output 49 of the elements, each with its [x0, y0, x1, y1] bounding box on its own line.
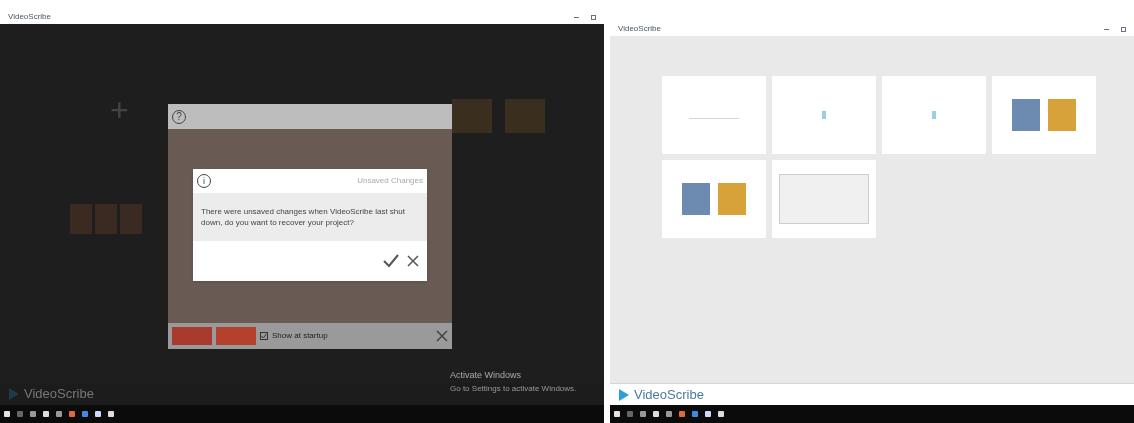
checkbox-label: Show at startup	[272, 330, 329, 342]
taskbar-app-icon[interactable]	[640, 411, 646, 417]
play-logo-icon	[618, 387, 630, 402]
taskbar-app-icon[interactable]	[705, 411, 711, 417]
maximize-icon[interactable]	[591, 14, 596, 20]
taskbar-app-icon[interactable]	[4, 411, 10, 417]
taskbar-app-icon[interactable]	[653, 411, 659, 417]
photo-placeholder	[682, 183, 710, 215]
taskbar-app-icon[interactable]	[56, 411, 62, 417]
photo-placeholder	[1048, 99, 1076, 131]
play-logo-icon	[8, 387, 20, 401]
window-title: VideoScribe	[618, 23, 661, 35]
taskbar-app-icon[interactable]	[108, 411, 114, 417]
taskbar-app-icon[interactable]	[718, 411, 724, 417]
taskbar-app-icon[interactable]	[69, 411, 75, 417]
checkbox[interactable]	[260, 332, 268, 340]
photo-placeholder	[1012, 99, 1040, 131]
taskbar-app-icon[interactable]	[692, 411, 698, 417]
taskbar-app-icon[interactable]	[679, 411, 685, 417]
close-icon[interactable]	[436, 330, 448, 342]
dialog-message: There were unsaved changes when VideoScribe last shut down, do you want to recover your project?	[201, 206, 406, 228]
taskbar-app-icon[interactable]	[82, 411, 88, 417]
app-logo-text: VideoScribe	[634, 385, 704, 404]
project-card[interactable]	[772, 160, 876, 238]
taskbar-app-icon[interactable]	[43, 411, 49, 417]
photo-placeholder	[120, 204, 142, 234]
taskbar-app-icon[interactable]	[95, 411, 101, 417]
taskbar-app-icon[interactable]	[30, 411, 36, 417]
minimize-icon[interactable]	[574, 16, 579, 18]
confirm-checkmark-icon[interactable]	[383, 254, 399, 268]
project-card[interactable]	[662, 160, 766, 238]
taskbar-app-icon[interactable]	[627, 411, 633, 417]
close-icon[interactable]	[407, 255, 419, 267]
photo-placeholder	[70, 204, 92, 234]
app-logo-text: VideoScribe	[24, 385, 94, 404]
photo-placeholder	[95, 204, 117, 234]
dialog-title: Unsaved Changes	[357, 175, 423, 187]
window-title: VideoScribe	[8, 11, 51, 23]
taskbar-app-icon[interactable]	[614, 411, 620, 417]
activation-subtitle: Go to Settings to activate Windows.	[450, 382, 577, 395]
activation-title: Activate Windows	[450, 369, 523, 382]
maximize-icon[interactable]	[1121, 26, 1126, 32]
minimize-icon[interactable]	[1104, 28, 1109, 30]
project-card[interactable]	[992, 76, 1096, 154]
photo-placeholder	[718, 183, 746, 215]
taskbar-app-icon[interactable]	[666, 411, 672, 417]
panel-button[interactable]	[172, 327, 212, 345]
taskbar-app-icon[interactable]	[17, 411, 23, 417]
photo-placeholder	[505, 99, 545, 133]
